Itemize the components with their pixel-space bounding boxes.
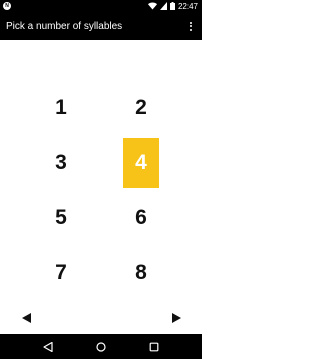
notification-app-icon: N: [3, 2, 11, 10]
left-arrow-icon[interactable]: [18, 311, 34, 325]
number-button-1[interactable]: 1: [43, 83, 79, 133]
battery-icon: [169, 2, 175, 10]
number-button-3[interactable]: 3: [43, 138, 79, 188]
right-arrow-icon[interactable]: [168, 311, 184, 325]
cell-signal-icon: [159, 2, 167, 10]
status-clock: 22:47: [177, 1, 198, 11]
number-button-8[interactable]: 8: [123, 248, 159, 298]
status-bar-left: N: [3, 2, 11, 10]
back-icon[interactable]: [40, 339, 56, 355]
status-bar-right: 22:47: [147, 1, 198, 11]
number-button-4-selected[interactable]: 4: [123, 138, 159, 188]
navigation-bar: [0, 334, 202, 359]
number-button-7[interactable]: 7: [43, 248, 79, 298]
status-bar: N 22:47: [0, 0, 202, 12]
app-bar: Pick a number of syllables: [0, 12, 202, 40]
wifi-icon: [147, 2, 157, 10]
home-icon[interactable]: [93, 339, 109, 355]
number-button-6[interactable]: 6: [123, 193, 159, 243]
screen: N 22:47 Pick a number of syllables 1 2 3…: [0, 0, 202, 359]
overflow-menu-icon[interactable]: [186, 16, 196, 36]
number-button-2[interactable]: 2: [123, 83, 159, 133]
number-button-5[interactable]: 5: [43, 193, 79, 243]
app-title: Pick a number of syllables: [6, 20, 123, 32]
recents-icon[interactable]: [146, 339, 162, 355]
